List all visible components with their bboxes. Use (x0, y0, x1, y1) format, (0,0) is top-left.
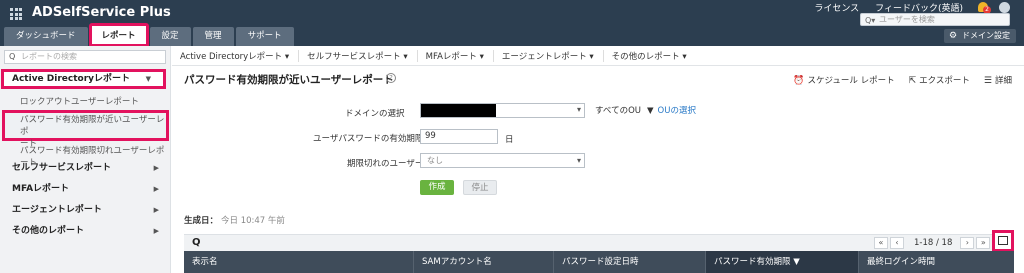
sidebar-group-active-directory[interactable]: Active Directoryレポート ▼ (1, 69, 166, 89)
tab-reports[interactable]: レポート (88, 23, 149, 47)
search-icon: Q (9, 52, 16, 61)
expired-users-label: 期限切れのユーザー (347, 159, 424, 169)
chevron-down-icon: ▼ (145, 75, 151, 83)
details-label: 詳細 (994, 76, 1012, 86)
ou-select-link[interactable]: OUの選択 (658, 106, 696, 116)
apps-grid-icon[interactable] (10, 8, 22, 20)
generated-time: 今日 10:47 午前 (221, 216, 285, 226)
table-toolbar: Q « ‹ 1-18 / 18 › » (184, 230, 1014, 252)
sidebar-group-label: エージェントレポート (12, 205, 102, 215)
domain-select[interactable]: ▾ (420, 103, 585, 118)
user-search-placeholder: ユーザーを検索 (879, 15, 935, 24)
subnav-mfa[interactable]: MFAレポート ▾ (426, 49, 494, 62)
password-days-input[interactable]: 99 (420, 129, 498, 144)
sidebar-item-label: パスワード有効期限が近いユーザーレポ (20, 115, 165, 137)
filter-icon: ▼ (646, 106, 654, 116)
col-last-logon[interactable]: 最終ログイン時間 (859, 251, 1014, 273)
help-icon[interactable]: ? (386, 73, 396, 83)
tab-dashboard[interactable]: ダッシュボード (4, 27, 88, 46)
column-chooser-button[interactable] (992, 230, 1014, 252)
details-icon: ☰ (983, 76, 992, 86)
sidebar-group-other[interactable]: その他のレポート ▶ (0, 221, 171, 241)
subnav-active-directory[interactable]: Active Directoryレポート ▾ (180, 49, 300, 62)
notification-bell-icon[interactable]: 2 (977, 1, 991, 14)
days-unit-label: 日 (505, 135, 514, 145)
create-button[interactable]: 作成 (420, 180, 454, 195)
col-password-expiry[interactable]: パスワード有効期限 ▼ (706, 251, 859, 273)
sidebar-group-label: MFAレポート (12, 184, 70, 194)
sidebar-group-label: Active Directoryレポート (12, 74, 131, 84)
table-header: 表示名 SAMアカウント名 パスワード設定日時 パスワード有効期限 ▼ 最終ログ… (184, 251, 1014, 273)
domain-settings-label: ドメイン設定 (962, 31, 1010, 40)
page-range: 1-18 / 18 (914, 238, 953, 248)
redacted-domain (421, 104, 496, 117)
col-display-name[interactable]: 表示名 (184, 251, 414, 273)
chevron-right-icon: ▶ (153, 227, 159, 235)
first-page-button[interactable]: « (874, 237, 888, 249)
report-search-placeholder: レポートの検索 (21, 52, 77, 61)
stop-button[interactable]: 停止 (463, 180, 497, 195)
sidebar-group-label: セルフサービスレポート (12, 163, 112, 173)
tab-admin[interactable]: 管理 (192, 27, 234, 46)
export-icon: ⇱ (908, 76, 917, 86)
chevron-right-icon: ▶ (153, 185, 159, 193)
report-subnav: Active Directoryレポート ▾ セルフサービスレポート ▾ MFA… (172, 46, 1024, 66)
chevron-right-icon: ▶ (153, 164, 159, 172)
pagination: « ‹ 1-18 / 18 › » (874, 237, 992, 249)
sidebar-group-agent[interactable]: エージェントレポート ▶ (0, 200, 171, 220)
gear-icon: ⚙ (949, 31, 958, 41)
generated-label: 生成日： (184, 216, 219, 226)
search-icon: Q▾ (865, 16, 876, 25)
subnav-other[interactable]: その他のレポート ▾ (612, 50, 696, 62)
chevron-down-icon: ▾ (576, 105, 581, 114)
table-search-icon[interactable]: Q (192, 237, 201, 248)
domain-label: ドメインの選択 (345, 109, 405, 119)
next-page-button[interactable]: › (960, 237, 975, 249)
sidebar-item-password-expiring[interactable]: パスワード有効期限が近いユーザーレポ ート (2, 110, 169, 149)
user-search-input[interactable]: Q▾ ユーザーを検索 (860, 13, 1010, 26)
alarm-clock-icon: ⏰ (793, 76, 805, 86)
col-sam-account[interactable]: SAMアカウント名 (414, 251, 554, 273)
main-content: Active Directoryレポート ▾ セルフサービスレポート ▾ MFA… (172, 46, 1024, 273)
license-link[interactable]: ライセンス (814, 1, 859, 14)
sidebar-group-selfservice[interactable]: セルフサービスレポート ▶ (0, 158, 171, 178)
sidebar-group-mfa[interactable]: MFAレポート ▶ (0, 179, 171, 199)
subnav-selfservice[interactable]: セルフサービスレポート ▾ (307, 49, 418, 62)
subnav-agent[interactable]: エージェントレポート ▾ (502, 49, 604, 62)
sidebar-item-lockout[interactable]: ロックアウトユーザーレポート (20, 95, 139, 107)
report-search-input[interactable]: Q レポートの検索 (4, 50, 166, 64)
schedule-report-button[interactable]: ⏰ スケジュール レポート (793, 74, 894, 86)
user-avatar-icon[interactable] (999, 2, 1010, 13)
prev-page-button[interactable]: ‹ (890, 237, 904, 249)
main-nav-tabs: ダッシュボード レポート 設定 管理 サポート (4, 23, 296, 47)
domain-settings-button[interactable]: ⚙ ドメイン設定 (944, 29, 1016, 43)
chevron-right-icon: ▶ (153, 206, 159, 214)
last-page-button[interactable]: » (976, 237, 991, 249)
page-title: パスワード有効期限が近いユーザーレポート (184, 74, 394, 86)
top-bar: ADSelfService Plus ライセンス フィードバック(英語) 2 Q… (0, 0, 1024, 47)
tab-support[interactable]: サポート (235, 27, 294, 46)
columns-icon (998, 236, 1008, 245)
details-button[interactable]: ☰ 詳細 (984, 74, 1012, 86)
export-label: エクスポート (919, 76, 970, 86)
expired-users-value: なし (427, 156, 443, 165)
sidebar: Q レポートの検索 Active Directoryレポート ▼ ロックアウトユ… (0, 46, 171, 273)
expired-users-select[interactable]: なし ▾ (420, 153, 585, 168)
chevron-down-icon: ▾ (576, 156, 581, 165)
export-button[interactable]: ⇱ エクスポート (909, 74, 970, 86)
col-password-set[interactable]: パスワード設定日時 (554, 251, 706, 273)
schedule-report-label: スケジュール レポート (807, 76, 895, 86)
tab-settings[interactable]: 設定 (149, 27, 191, 46)
password-days-label: ユーザパスワードの有効期限 (313, 134, 424, 144)
generated-at: 生成日： 今日 10:47 午前 (184, 214, 285, 226)
app-brand[interactable]: ADSelfService Plus (32, 5, 171, 20)
ou-all-label: すべてのOU (595, 106, 641, 116)
sidebar-group-label: その他のレポート (12, 226, 85, 236)
ou-selector: すべてのOU ▼ OUの選択 (595, 104, 696, 116)
